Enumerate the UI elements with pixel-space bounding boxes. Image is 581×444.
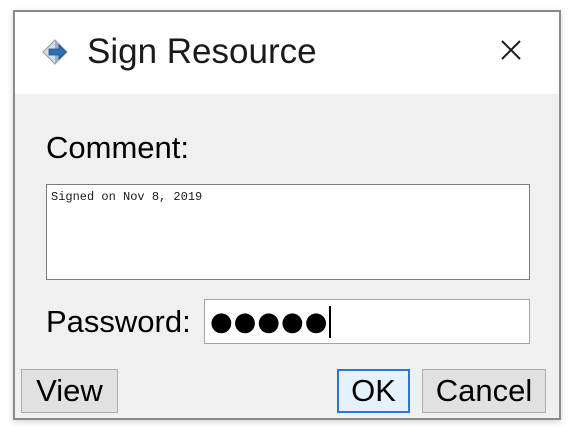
comment-textarea[interactable]: Signed on Nov 8, 2019	[46, 184, 530, 280]
title-bar[interactable]: Sign Resource	[15, 12, 559, 94]
cancel-button[interactable]: Cancel	[422, 369, 546, 413]
dialog-title: Sign Resource	[87, 32, 317, 71]
ok-button[interactable]: OK	[337, 369, 410, 413]
password-label: Password:	[46, 304, 191, 339]
password-field[interactable]: ●●●●●	[204, 299, 530, 344]
app-diamond-icon	[39, 36, 73, 68]
comment-label: Comment:	[46, 130, 189, 165]
password-masked-value: ●●●●●	[210, 306, 329, 337]
text-caret	[329, 305, 331, 338]
close-button[interactable]	[491, 34, 531, 70]
sign-resource-dialog: Sign Resource Comment: Signed on Nov 8, …	[13, 10, 561, 420]
close-icon	[500, 39, 522, 66]
view-button[interactable]: View	[21, 369, 118, 413]
